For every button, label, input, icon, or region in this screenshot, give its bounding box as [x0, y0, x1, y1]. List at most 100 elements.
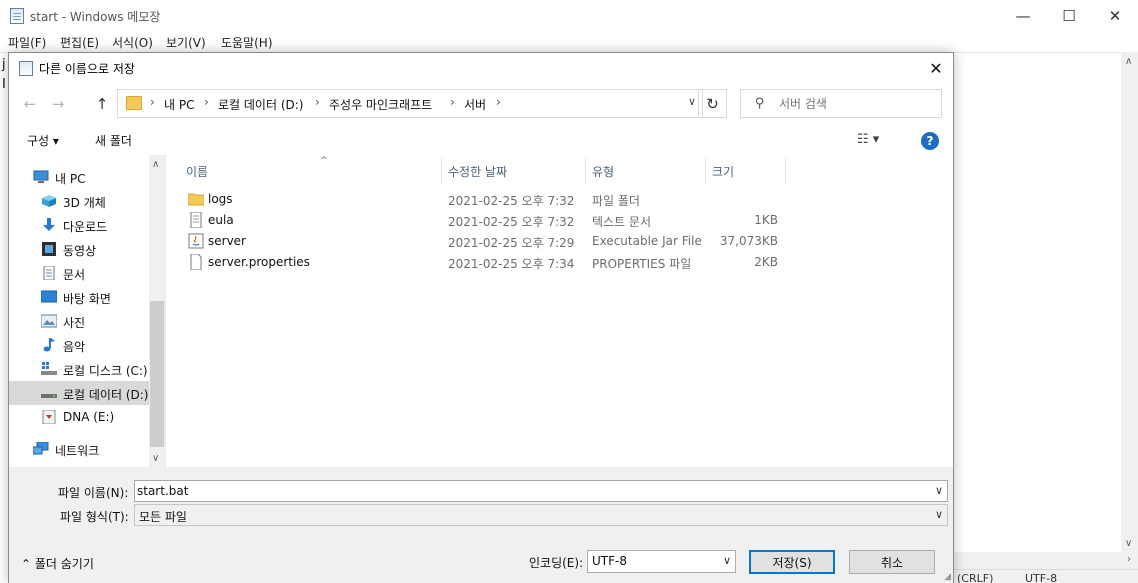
breadcrumb-separator[interactable]: ›	[496, 95, 501, 109]
nav-item-label: 사진	[63, 316, 86, 330]
file-date: 2021-02-25 오후 7:29	[448, 236, 575, 250]
scroll-down-arrow-icon[interactable]: ∨	[1125, 538, 1132, 549]
nav-pane-scrollbar[interactable]: ∧ ∨	[149, 155, 165, 467]
save-form: 파일 이름(N): ∨ 파일 형식(T): 모든 파일 ∨ ⌃ 폴더 숨기기 인…	[9, 467, 953, 583]
filetype-select[interactable]: 모든 파일 ∨	[134, 504, 948, 526]
refresh-button[interactable]: ↻	[698, 89, 727, 118]
column-header-date[interactable]: 수정한 날짜	[442, 157, 586, 183]
cancel-button[interactable]: 취소	[849, 550, 935, 574]
maximize-button[interactable]: ☐	[1046, 0, 1092, 32]
scroll-down-arrow-icon[interactable]: ∨	[152, 453, 159, 464]
nav-item-drive-e[interactable]: DNA (E:)	[9, 405, 149, 429]
new-folder-button[interactable]: 새 폴더	[95, 132, 132, 149]
file-icon	[190, 254, 202, 270]
filename-input[interactable]	[137, 482, 917, 500]
scroll-up-arrow-icon[interactable]: ∧	[152, 159, 159, 170]
file-type: PROPERTIES 파일	[592, 257, 692, 271]
nav-item-drive-d[interactable]: 로컬 데이터 (D:)	[9, 381, 149, 405]
file-row-server-properties[interactable]: server.properties 2021-02-25 오후 7:34 PRO…	[186, 252, 786, 273]
nav-item-label: 네트워크	[55, 444, 100, 458]
filename-field[interactable]: ∨	[134, 480, 948, 502]
folder-icon	[188, 193, 204, 206]
column-header-name-label: 이름	[186, 165, 209, 179]
chevron-down-icon[interactable]: ∨	[723, 554, 731, 567]
resize-grip-icon[interactable]: ◢	[944, 572, 951, 582]
file-row-eula[interactable]: eula 2021-02-25 오후 7:32 텍스트 문서 1KB	[186, 210, 786, 231]
address-bar[interactable]: › 내 PC › 로컬 데이터 (D:) › 주성우 마인크래프트 › 서버 ›…	[117, 89, 703, 118]
menu-file[interactable]: 파일(F)	[8, 34, 46, 51]
notepad-vertical-scrollbar[interactable]: ∧ ∨	[1121, 52, 1138, 567]
breadcrumb-separator[interactable]: ›	[150, 95, 155, 109]
nav-item-my-pc[interactable]: 내 PC	[9, 165, 149, 189]
video-icon	[42, 242, 56, 256]
minimize-button[interactable]: —	[1000, 0, 1046, 32]
dialog-close-button[interactable]: ✕	[919, 53, 953, 83]
drive-e-icon	[42, 410, 56, 424]
breadcrumb-minecraft[interactable]: 주성우 마인크래프트	[329, 96, 432, 113]
file-type: 파일 폴더	[592, 194, 640, 208]
file-name: server.properties	[208, 255, 310, 269]
scrollbar-thumb[interactable]	[150, 301, 164, 447]
file-row-logs[interactable]: logs 2021-02-25 오후 7:32 파일 폴더	[186, 189, 786, 210]
file-size: 1KB	[754, 213, 778, 227]
filetype-label: 파일 형식(T):	[60, 510, 129, 524]
scroll-up-arrow-icon[interactable]: ∧	[1125, 56, 1132, 67]
nav-item-drive-c[interactable]: 로컬 디스크 (C:)	[9, 357, 149, 381]
breadcrumb-my-pc[interactable]: 내 PC	[164, 96, 194, 113]
back-arrow-icon[interactable]: ←	[19, 93, 41, 115]
nav-item-videos[interactable]: 동영상	[9, 237, 149, 261]
nav-item-network[interactable]: 네트워크	[9, 437, 149, 461]
nav-item-3d-objects[interactable]: 3D 개체	[9, 189, 149, 213]
chevron-down-icon[interactable]: ∨	[935, 508, 943, 521]
file-date: 2021-02-25 오후 7:34	[448, 257, 575, 271]
document-icon	[43, 266, 55, 280]
notepad-icon	[10, 8, 24, 24]
nav-item-music[interactable]: 음악	[9, 333, 149, 357]
breadcrumb-server[interactable]: 서버	[464, 96, 486, 113]
menu-help[interactable]: 도움말(H)	[221, 34, 273, 51]
filetype-value: 모든 파일	[139, 510, 187, 524]
column-header-size[interactable]: 크기	[706, 157, 786, 183]
nav-item-desktop[interactable]: 바탕 화면	[9, 285, 149, 309]
jar-file-icon	[188, 233, 204, 249]
column-header-type[interactable]: 유형	[586, 157, 706, 183]
scroll-right-arrow-icon[interactable]: ›	[1127, 554, 1131, 565]
breadcrumb-drive-d[interactable]: 로컬 데이터 (D:)	[218, 96, 303, 113]
menu-view[interactable]: 보기(V)	[166, 34, 206, 51]
file-name: logs	[208, 192, 233, 206]
nav-item-pictures[interactable]: 사진	[9, 309, 149, 333]
pc-icon	[33, 170, 49, 183]
help-icon[interactable]: ?	[921, 132, 939, 150]
file-list: 이름 ^ 수정한 날짜 유형 크기 logs 2021-02-25 오후 7:3…	[165, 155, 953, 467]
chevron-down-icon[interactable]: ∨	[935, 484, 943, 497]
dialog-toolbar: 구성 ▾ 새 폴더 ☷ ▾ ?	[9, 125, 953, 155]
nav-item-downloads[interactable]: 다운로드	[9, 213, 149, 237]
search-box[interactable]: ⚲	[740, 89, 942, 118]
view-options-icon[interactable]: ☷ ▾	[857, 132, 879, 147]
hide-folders-button[interactable]: ⌃ 폴더 숨기기	[21, 555, 94, 572]
nav-item-documents[interactable]: 문서	[9, 261, 149, 285]
3d-objects-icon	[42, 195, 56, 207]
notepad-titlebar: start - Windows 메모장 — ☐ ✕	[0, 0, 1138, 32]
menu-edit[interactable]: 편집(E)	[60, 34, 99, 51]
notepad-horizontal-scrollbar[interactable]: ›	[953, 552, 1138, 569]
notepad-title: start - Windows 메모장	[30, 10, 161, 24]
breadcrumb-separator[interactable]: ›	[204, 95, 209, 109]
up-arrow-icon[interactable]: ↑	[91, 93, 113, 115]
status-line-ending: (CRLF)	[957, 572, 994, 583]
column-header-name[interactable]: 이름 ^	[180, 156, 442, 183]
navigation-pane: 내 PC 3D 개체 다운로드 동영상 문서 바탕 화면 사진 음악 로컬 디스…	[9, 155, 165, 467]
breadcrumb-separator[interactable]: ›	[450, 95, 455, 109]
save-button[interactable]: 저장(S)	[749, 550, 835, 574]
organize-button[interactable]: 구성 ▾	[27, 132, 59, 149]
forward-arrow-icon[interactable]: →	[47, 93, 69, 115]
encoding-select[interactable]: UTF-8 ∨	[587, 550, 736, 573]
search-input[interactable]	[779, 94, 929, 114]
breadcrumb-separator[interactable]: ›	[315, 95, 320, 109]
notepad-statusbar: (CRLF) UTF-8	[953, 569, 1138, 583]
file-row-server[interactable]: server 2021-02-25 오후 7:29 Executable Jar…	[186, 231, 786, 252]
close-button[interactable]: ✕	[1092, 0, 1138, 32]
save-as-dialog: 다른 이름으로 저장 ✕ ← → ↑ › 내 PC › 로컬 데이터 (D:) …	[8, 52, 954, 583]
menu-format[interactable]: 서식(O)	[112, 34, 153, 51]
chevron-down-icon[interactable]: ∨	[688, 95, 696, 108]
